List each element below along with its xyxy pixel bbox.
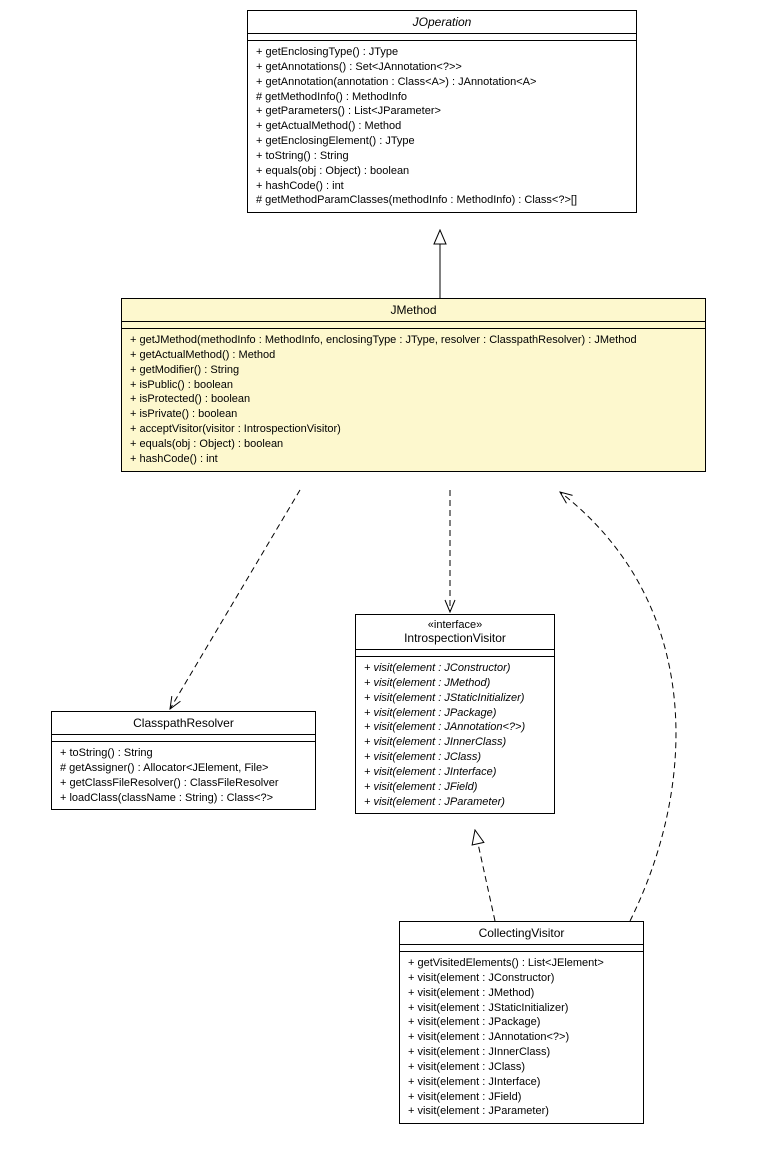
operation: + getClassFileResolver() : ClassFileReso… (60, 776, 307, 791)
class-title: «interface» IntrospectionVisitor (356, 615, 554, 650)
edge-collectingvisitor-introspectionvisitor (475, 830, 495, 921)
class-ops: + visit(element : JConstructor)+ visit(e… (356, 657, 554, 813)
class-title: ClasspathResolver (52, 712, 315, 735)
operation: + getParameters() : List<JParameter> (256, 104, 628, 119)
operation: + visit(element : JClass) (364, 750, 546, 765)
class-ops: + toString() : String# getAssigner() : A… (52, 742, 315, 809)
operation: + visit(element : JInterface) (408, 1075, 635, 1090)
class-attrs (52, 735, 315, 742)
class-ops: + getVisitedElements() : List<JElement>+… (400, 952, 643, 1123)
operation: + equals(obj : Object) : boolean (130, 437, 697, 452)
operation: # getMethodInfo() : MethodInfo (256, 90, 628, 105)
operation: + getAnnotation(annotation : Class<A>) :… (256, 75, 628, 90)
operation: + visit(element : JPackage) (408, 1015, 635, 1030)
operation: + visit(element : JField) (364, 780, 546, 795)
operation: + getEnclosingElement() : JType (256, 134, 628, 149)
class-name: ClasspathResolver (58, 716, 309, 730)
operation: + visit(element : JAnnotation<?>) (408, 1030, 635, 1045)
operation: + visit(element : JStaticInitializer) (364, 691, 546, 706)
operation: # getMethodParamClasses(methodInfo : Met… (256, 193, 628, 208)
class-title: CollectingVisitor (400, 922, 643, 945)
class-classpathresolver: ClasspathResolver + toString() : String#… (51, 711, 316, 810)
operation: # getAssigner() : Allocator<JElement, Fi… (60, 761, 307, 776)
operation: + acceptVisitor(visitor : IntrospectionV… (130, 422, 697, 437)
operation: + isProtected() : boolean (130, 392, 697, 407)
operation: + getModifier() : String (130, 363, 697, 378)
operation: + visit(element : JInterface) (364, 765, 546, 780)
operation: + getAnnotations() : Set<JAnnotation<?>> (256, 60, 628, 75)
operation: + getJMethod(methodInfo : MethodInfo, en… (130, 333, 697, 348)
operation: + visit(element : JConstructor) (364, 661, 546, 676)
operation: + getActualMethod() : Method (130, 348, 697, 363)
class-title: JMethod (122, 299, 705, 322)
operation: + getEnclosingType() : JType (256, 45, 628, 60)
class-attrs (248, 34, 636, 41)
class-title: JOperation (248, 11, 636, 34)
class-collectingvisitor: CollectingVisitor + getVisitedElements()… (399, 921, 644, 1124)
class-name: CollectingVisitor (406, 926, 637, 940)
class-jmethod: JMethod + getJMethod(methodInfo : Method… (121, 298, 706, 472)
operation: + visit(element : JField) (408, 1090, 635, 1105)
operation: + isPublic() : boolean (130, 378, 697, 393)
class-name: IntrospectionVisitor (362, 631, 548, 645)
operation: + visit(element : JParameter) (408, 1104, 635, 1119)
operation: + visit(element : JConstructor) (408, 971, 635, 986)
operation: + hashCode() : int (130, 452, 697, 467)
class-attrs (400, 945, 643, 952)
operation: + visit(element : JMethod) (408, 986, 635, 1001)
class-stereotype: «interface» (362, 619, 548, 631)
operation: + hashCode() : int (256, 179, 628, 194)
class-attrs (356, 650, 554, 657)
operation: + visit(element : JPackage) (364, 706, 546, 721)
class-introspectionvisitor: «interface» IntrospectionVisitor + visit… (355, 614, 555, 814)
operation: + visit(element : JAnnotation<?>) (364, 720, 546, 735)
operation: + toString() : String (256, 149, 628, 164)
operation: + visit(element : JClass) (408, 1060, 635, 1075)
operation: + getActualMethod() : Method (256, 119, 628, 134)
operation: + visit(element : JInnerClass) (364, 735, 546, 750)
operation: + loadClass(className : String) : Class<… (60, 791, 307, 806)
class-ops: + getEnclosingType() : JType+ getAnnotat… (248, 41, 636, 212)
operation: + visit(element : JParameter) (364, 795, 546, 810)
edge-jmethod-classpathresolver (170, 490, 300, 709)
operation: + isPrivate() : boolean (130, 407, 697, 422)
operation: + getVisitedElements() : List<JElement> (408, 956, 635, 971)
class-name: JMethod (128, 303, 699, 317)
class-attrs (122, 322, 705, 329)
edge-collectingvisitor-jmethod (560, 492, 676, 921)
class-joperation: JOperation + getEnclosingType() : JType+… (247, 10, 637, 213)
class-name: JOperation (254, 15, 630, 29)
operation: + visit(element : JStaticInitializer) (408, 1001, 635, 1016)
class-ops: + getJMethod(methodInfo : MethodInfo, en… (122, 329, 705, 471)
operation: + equals(obj : Object) : boolean (256, 164, 628, 179)
operation: + visit(element : JMethod) (364, 676, 546, 691)
operation: + visit(element : JInnerClass) (408, 1045, 635, 1060)
operation: + toString() : String (60, 746, 307, 761)
